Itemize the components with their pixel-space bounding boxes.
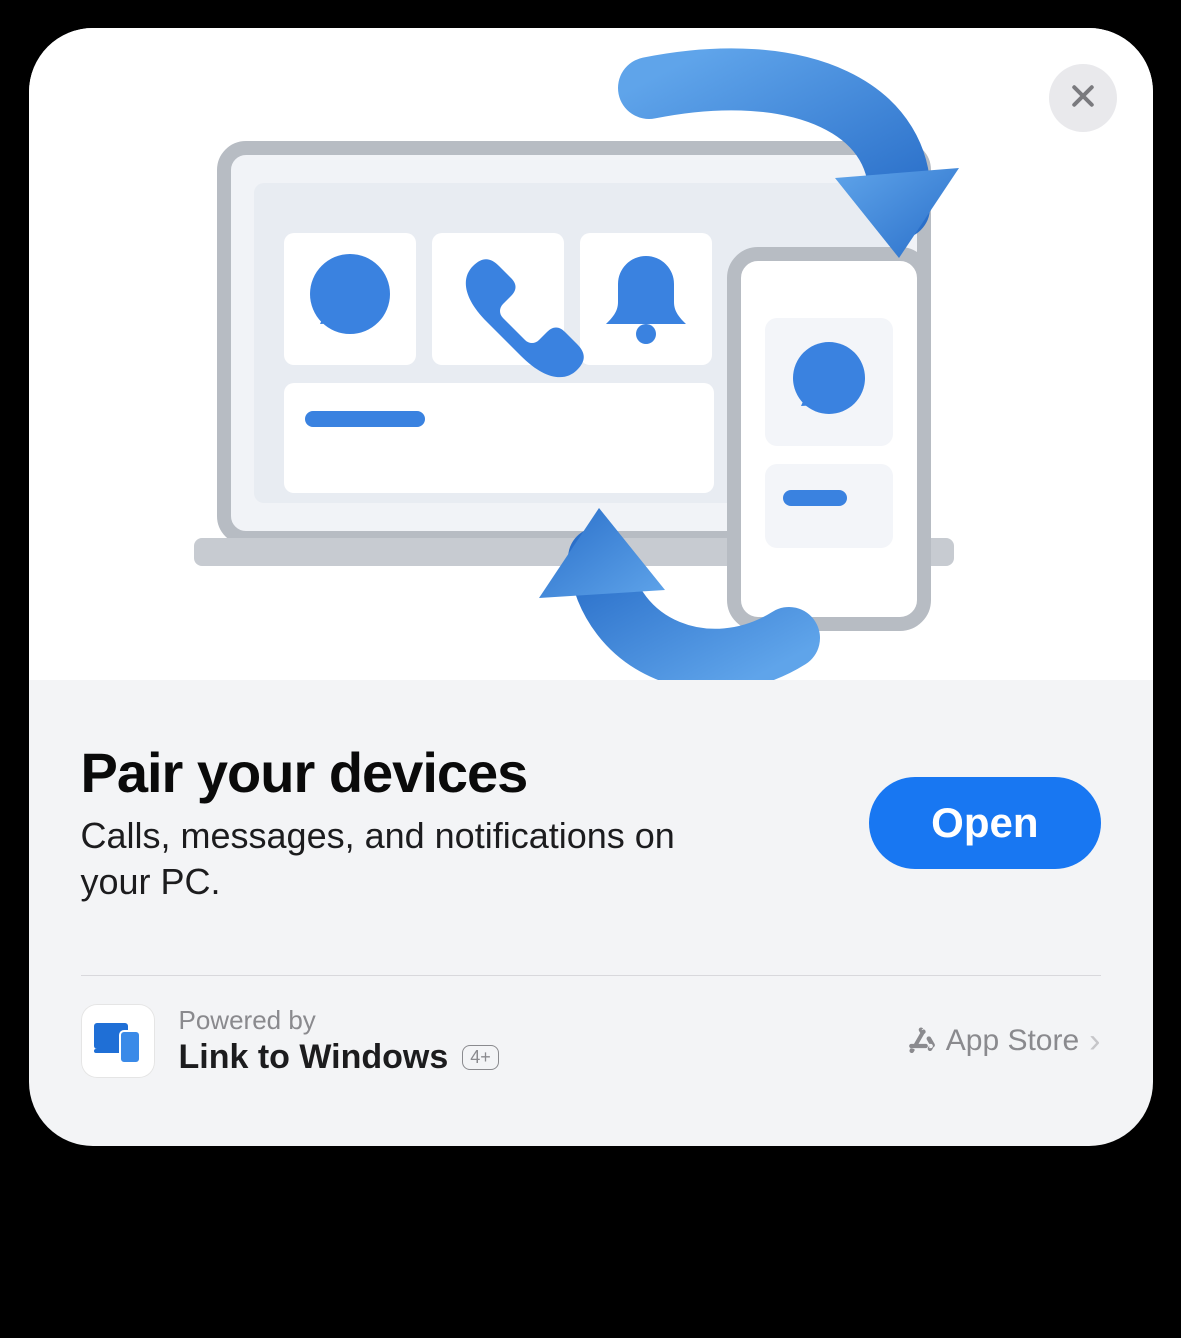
content-area: Pair your devices Calls, messages, and n…	[29, 680, 1153, 1146]
close-icon	[1068, 81, 1098, 116]
close-button[interactable]	[1049, 64, 1117, 132]
modal-subtitle: Calls, messages, and notifications on yo…	[81, 813, 721, 905]
app-store-link[interactable]: App Store ›	[906, 1022, 1101, 1061]
age-rating-badge: 4+	[462, 1045, 499, 1070]
cta-row: Pair your devices Calls, messages, and n…	[81, 740, 1101, 905]
hero-illustration	[29, 28, 1153, 680]
open-button[interactable]: Open	[869, 777, 1100, 869]
app-clip-sheet: Pair your devices Calls, messages, and n…	[29, 28, 1153, 1146]
app-icon	[81, 1004, 155, 1078]
powered-by-label: Powered by	[179, 1005, 906, 1036]
app-store-label: App Store	[946, 1024, 1079, 1058]
modal-title: Pair your devices	[81, 740, 834, 805]
chevron-right-icon: ›	[1089, 1022, 1100, 1061]
app-meta: Powered by Link to Windows 4+	[179, 1005, 906, 1077]
footer-row: Powered by Link to Windows 4+ App Store …	[81, 976, 1101, 1078]
app-store-icon	[906, 1026, 936, 1056]
link-to-windows-icon	[92, 1015, 144, 1067]
devices-sync-illustration	[29, 28, 1153, 680]
app-name: Link to Windows	[179, 1038, 449, 1077]
